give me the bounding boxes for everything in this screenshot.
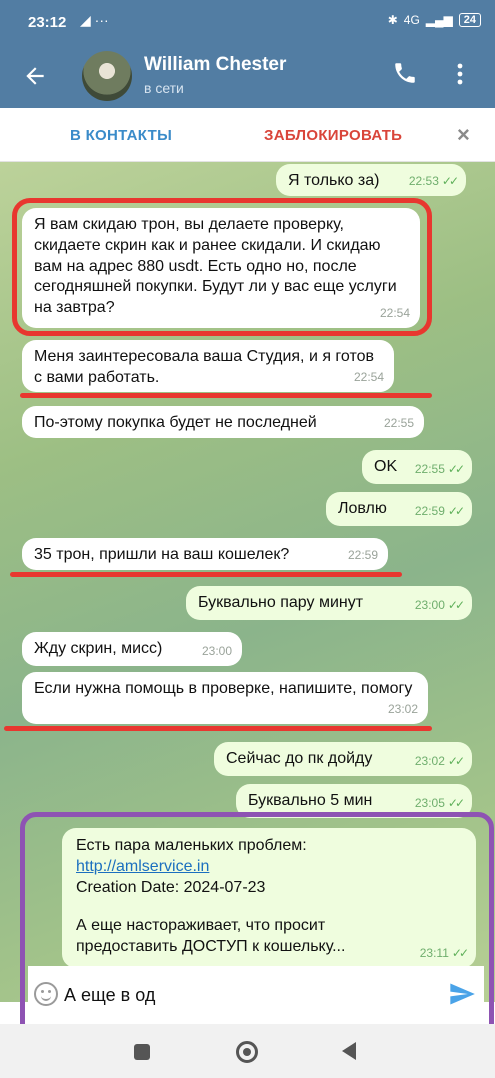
message-text: Буквально 5 мин	[248, 792, 373, 809]
read-ticks-icon: ✓✓	[447, 598, 465, 613]
chat-title[interactable]: William Chester	[144, 54, 286, 76]
network-type: 4G	[403, 13, 420, 27]
battery-icon: 24	[458, 13, 481, 27]
message-time: 22:54	[353, 370, 384, 385]
recent-apps-icon[interactable]	[134, 1044, 150, 1060]
system-nav-bar	[0, 1024, 495, 1078]
message-text: OK	[374, 458, 398, 475]
message-bubble[interactable]: Буквально пару минут 23:00 ✓✓	[186, 586, 472, 620]
message-time: 22:59	[347, 548, 378, 563]
message-text: Сейчас до пк дойду	[226, 750, 373, 767]
message-bubble[interactable]: OK 22:55 ✓✓	[362, 450, 472, 484]
purple-highlight-box	[20, 812, 494, 1040]
read-ticks-icon: ✓✓	[447, 462, 465, 477]
message-bubble[interactable]: Меня заинтересовала ваша Студия, и я гот…	[22, 340, 394, 392]
message-time: 23:02 ✓✓	[414, 754, 465, 769]
chat-header: William Chester в сети	[0, 46, 495, 108]
block-button[interactable]: ЗАБЛОКИРОВАТЬ	[264, 127, 402, 144]
message-time: 22:59 ✓✓	[414, 504, 465, 519]
message-time: 23:05 ✓✓	[414, 796, 465, 811]
read-ticks-icon: ✓✓	[441, 174, 459, 189]
message-text: Жду скрин, мисс)	[34, 640, 163, 657]
message-time: 22:55 ✓✓	[414, 462, 465, 477]
avatar[interactable]	[82, 51, 132, 101]
status-notification-icons: ◢ ···	[80, 12, 109, 28]
message-text: По-этому покупка будет не последней	[34, 414, 317, 431]
read-ticks-icon: ✓✓	[447, 504, 465, 519]
read-ticks-icon: ✓✓	[447, 754, 465, 769]
red-underline	[10, 572, 402, 577]
message-text: 35 трон, пришли на ваш кошелек?	[34, 546, 290, 563]
home-icon[interactable]	[236, 1041, 258, 1063]
message-text: Я только за)	[288, 172, 380, 189]
status-time: 23:12	[28, 14, 67, 31]
message-text: Ловлю	[338, 500, 387, 517]
message-bubble[interactable]: Если нужна помощь в проверке, напишите, …	[22, 672, 428, 724]
close-icon[interactable]: ×	[457, 122, 470, 148]
add-contact-button[interactable]: В КОНТАКТЫ	[70, 127, 172, 144]
back-triangle-icon[interactable]	[342, 1042, 356, 1060]
read-ticks-icon: ✓✓	[447, 796, 465, 811]
message-bubble[interactable]: По-этому покупка будет не последней 22:5…	[22, 406, 424, 438]
message-bubble[interactable]: Ловлю 22:59 ✓✓	[326, 492, 472, 526]
message-bubble[interactable]: Сейчас до пк дойду 23:02 ✓✓	[214, 742, 472, 776]
message-bubble[interactable]: Жду скрин, мисс) 23:00	[22, 632, 242, 666]
red-highlight-box	[12, 198, 432, 336]
message-time: 23:00	[201, 644, 232, 659]
message-time: 22:53 ✓✓	[408, 174, 459, 189]
signal-icon: ▂▄▆	[425, 13, 453, 27]
message-time: 23:02	[387, 702, 418, 717]
online-status: в сети	[144, 80, 184, 96]
message-bubble[interactable]: Я только за) 22:53 ✓✓	[276, 164, 466, 196]
message-text: Меня заинтересовала ваша Студия, и я гот…	[34, 348, 375, 386]
back-arrow-icon[interactable]	[22, 60, 54, 92]
red-underline	[4, 726, 432, 731]
message-time: 23:00 ✓✓	[414, 598, 465, 613]
red-underline	[20, 393, 432, 398]
message-time: 22:55	[383, 416, 414, 431]
status-right-icons: ✱ 4G ▂▄▆ 24	[388, 13, 481, 27]
message-text: Если нужна помощь в проверке, напишите, …	[34, 680, 413, 697]
more-vertical-icon[interactable]	[452, 62, 468, 92]
bluetooth-icon: ✱	[387, 13, 398, 27]
message-bubble[interactable]: 35 трон, пришли на ваш кошелек? 22:59	[22, 538, 388, 570]
status-bar: 23:12 ◢ ··· ✱ 4G ▂▄▆ 24	[0, 0, 495, 46]
message-text: Буквально пару минут	[198, 594, 364, 611]
contact-action-bar: В КОНТАКТЫ ЗАБЛОКИРОВАТЬ ×	[0, 108, 495, 162]
phone-icon[interactable]	[392, 60, 420, 90]
